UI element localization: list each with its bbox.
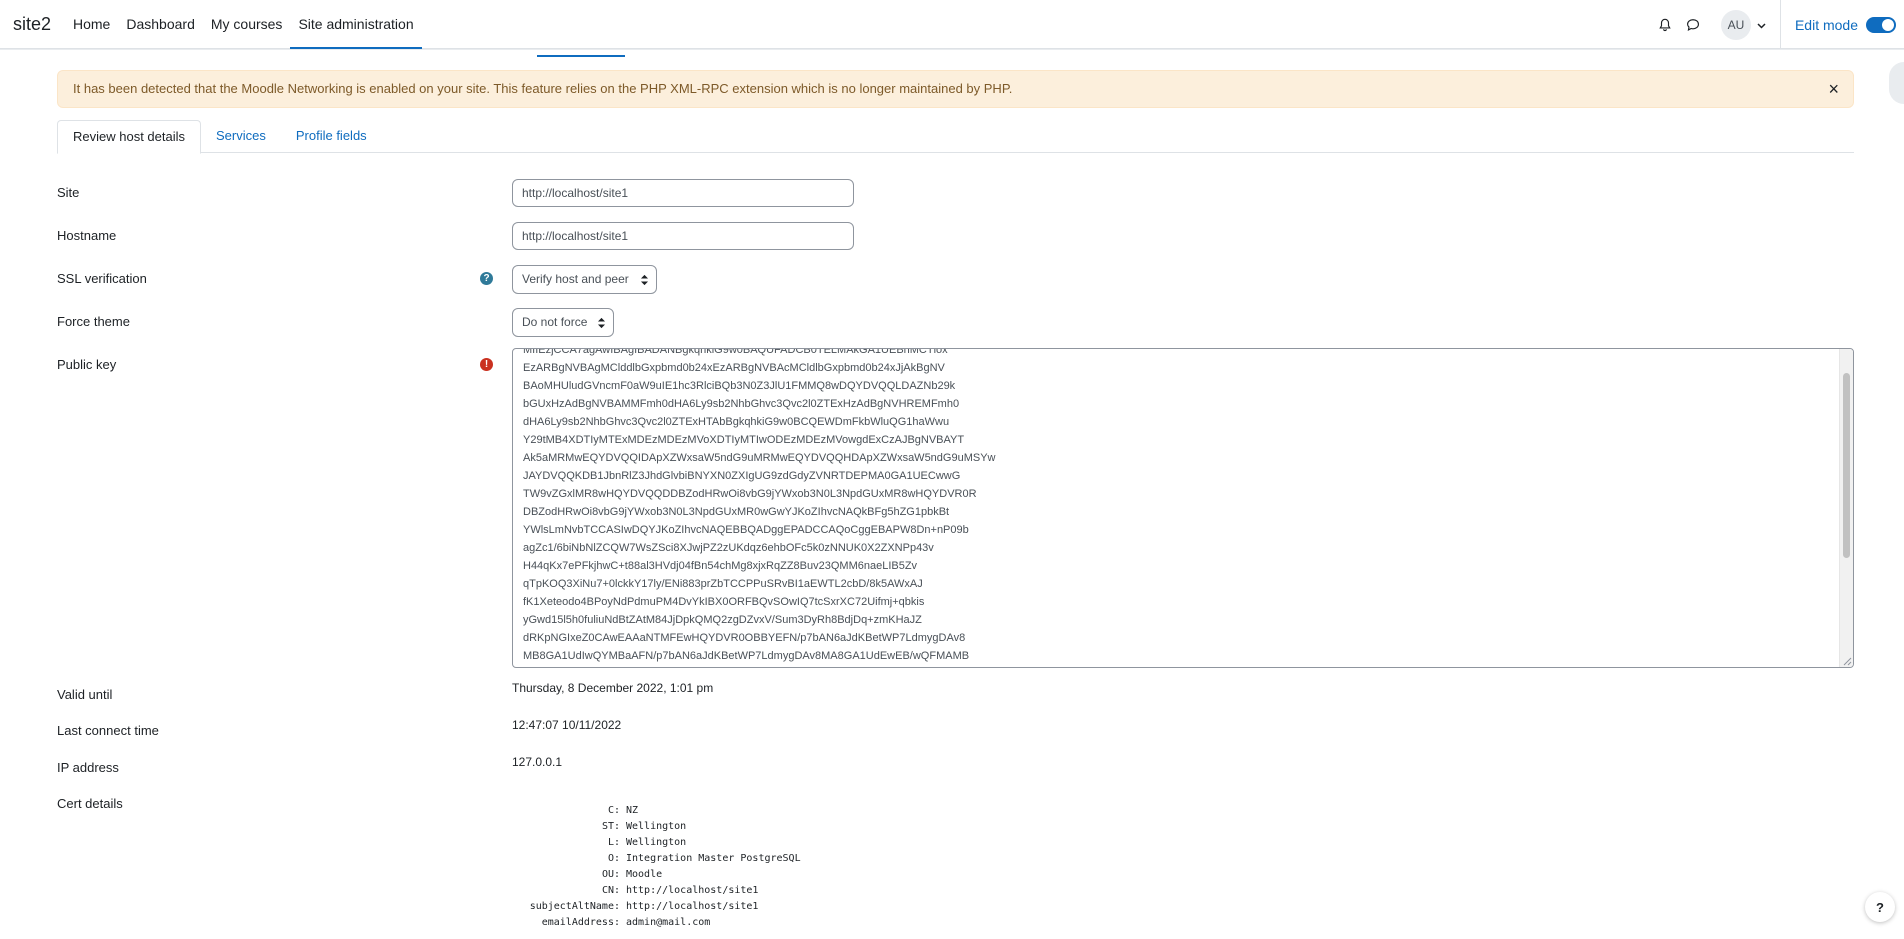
site-label: Site [57, 185, 80, 200]
cert-row: CN: http://localhost/site1 [601, 885, 759, 896]
nav-site-administration[interactable]: Site administration [290, 0, 422, 50]
cert-details-block: C: NZ ST: Wellington L: Wellington O: Integr… [518, 803, 801, 931]
cert-row: L: Wellington [607, 837, 687, 848]
ip-address-value: 127.0.0.1 [512, 755, 563, 769]
tab-services[interactable]: Services [201, 120, 281, 153]
hostname-input[interactable] [512, 222, 854, 250]
drawer-toggle-button[interactable] [1889, 62, 1904, 104]
edit-mode-switch[interactable]: Edit mode [1794, 16, 1896, 33]
cert-row: C: NZ [607, 805, 639, 816]
cert-row: O: Integration Master PostgreSQL [607, 853, 801, 864]
resize-grip-icon[interactable] [1842, 656, 1852, 666]
top-navbar: site2 Home Dashboard My courses Site adm… [0, 0, 1904, 50]
public-key-label: Public key [57, 357, 117, 372]
chevron-down-icon [1757, 16, 1766, 33]
last-connect-label: Last connect time [57, 723, 159, 738]
ssl-verification-label: SSL verification [57, 271, 147, 286]
navbar-divider [1779, 0, 1781, 49]
secondary-nav-active-indicator [537, 55, 625, 57]
cert-row: subjectAltName: http://localhost/site1 [529, 901, 759, 912]
force-theme-select[interactable]: Do not force [512, 308, 614, 337]
textarea-scrollbar[interactable] [1839, 349, 1853, 667]
cert-details-label: Cert details [57, 796, 123, 811]
edit-mode-label: Edit mode [1794, 16, 1858, 33]
help-fab-button[interactable]: ? [1865, 892, 1895, 922]
cert-row: OU: Moodle [601, 869, 663, 880]
avatar: AU [1720, 9, 1751, 40]
tab-review-host-details[interactable]: Review host details [57, 120, 201, 154]
required-icon: ! [480, 358, 493, 371]
nav-home[interactable]: Home [65, 0, 118, 49]
force-theme-label: Force theme [57, 314, 130, 329]
force-theme-value: Do not force [522, 315, 588, 329]
nav-my-courses[interactable]: My courses [203, 0, 291, 49]
valid-until-label: Valid until [57, 687, 113, 702]
edit-mode-toggle[interactable] [1866, 16, 1896, 33]
public-key-text: MIIEzjCCA7agAwIBAgIBADANBgkqhkiG9w0BAQUF… [523, 348, 996, 662]
last-connect-value: 12:47:07 10/11/2022 [512, 718, 622, 732]
select-arrows-icon [598, 317, 605, 329]
host-tabs: Review host details Services Profile fie… [57, 120, 1854, 154]
site-input[interactable] [512, 179, 854, 207]
nav-dashboard[interactable]: Dashboard [118, 0, 203, 49]
navbar-bottom-border [0, 49, 1904, 50]
xmlrpc-warning-alert: It has been detected that the Moodle Net… [57, 70, 1854, 108]
help-question-icon[interactable]: ? [480, 272, 493, 285]
cert-row: emailAddress: admin@mail.com [541, 917, 711, 928]
valid-until-value: Thursday, 8 December 2022, 1:01 pm [512, 681, 714, 695]
navbar-user-area: AU Edit mode [1653, 0, 1904, 49]
primary-navigation: Home Dashboard My courses Site administr… [65, 0, 422, 50]
site-brand[interactable]: site2 [13, 14, 51, 35]
select-arrows-icon [641, 274, 648, 286]
tab-profile-fields[interactable]: Profile fields [281, 120, 382, 153]
scrollbar-thumb[interactable] [1843, 373, 1850, 558]
ssl-verification-value: Verify host and peer [522, 272, 629, 286]
alert-message: It has been detected that the Moodle Net… [73, 81, 1013, 96]
hostname-label: Hostname [57, 228, 117, 243]
cert-row: ST: Wellington [601, 821, 687, 832]
notifications-bell-icon[interactable] [1653, 13, 1677, 37]
messages-chat-icon[interactable] [1681, 13, 1705, 37]
alert-close-button[interactable]: × [1828, 71, 1839, 107]
ip-address-label: IP address [57, 760, 119, 775]
ssl-verification-select[interactable]: Verify host and peer [512, 265, 657, 294]
public-key-textarea[interactable]: MIIEzjCCA7agAwIBAgIBADANBgkqhkiG9w0BAQUF… [512, 348, 1854, 668]
user-menu-toggle[interactable]: AU [1720, 9, 1766, 40]
